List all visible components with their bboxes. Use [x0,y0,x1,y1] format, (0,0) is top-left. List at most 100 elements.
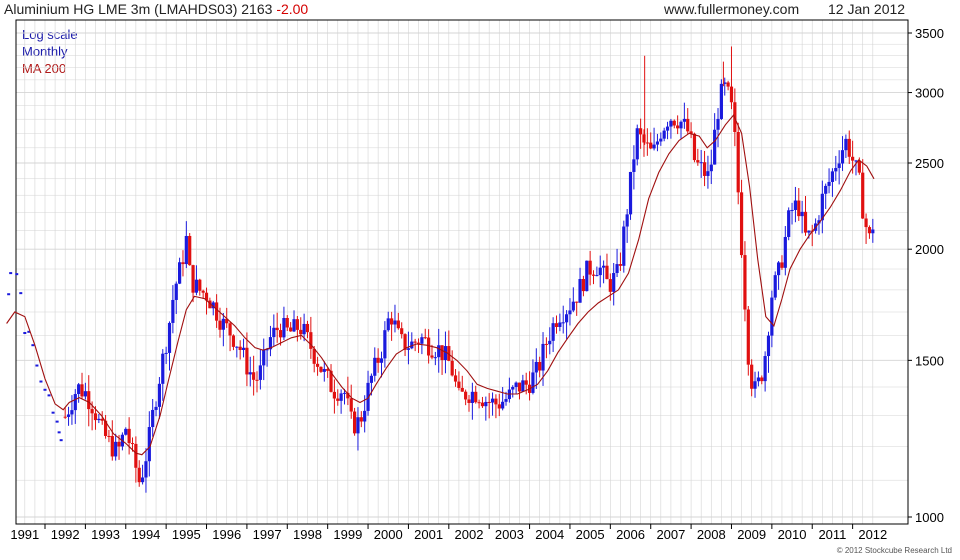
candle-up [753,381,757,389]
candle-down [430,355,434,358]
y-tick-label: 3500 [915,26,944,41]
candle-down [359,417,363,422]
candle-up [827,181,831,186]
candle-up [178,262,182,284]
candle-up [632,159,636,172]
candle-down [390,318,394,325]
candle-up [248,372,252,375]
candle-down [780,262,784,268]
candle-up [534,361,538,373]
candle-up [837,163,841,168]
candle-up [66,414,71,417]
x-tick-label: 2001 [414,527,443,542]
candle-down [238,346,242,350]
candle-up [77,384,81,395]
candle-down [686,118,690,132]
candle-up [568,310,572,315]
candle-up [716,118,720,130]
x-tick-label: 2004 [535,527,564,542]
candle-up [561,322,565,324]
candle-up [571,301,575,311]
candle-up [800,211,804,217]
candle-up [484,401,488,407]
candle-down [867,227,872,234]
candle-up [151,409,155,428]
candle-up [834,167,838,172]
candle-up [221,318,225,330]
candle-down [349,398,353,412]
y-tick-label: 1000 [915,510,944,525]
candle-down [305,323,310,333]
candle-down [453,375,458,382]
candle-down [137,467,141,483]
candle-up [776,262,781,276]
candle-up [628,171,633,215]
candle-up [164,352,168,354]
price-dot [39,380,43,383]
candle-up [844,138,848,151]
candle-up [602,265,606,268]
candle-up [763,356,767,382]
candle-up [719,83,723,119]
candle-down [275,327,279,331]
candle-up [501,401,505,409]
candle-up [807,230,811,233]
price-dot [35,364,39,367]
candle-down [63,416,67,418]
candle-down [736,131,740,193]
candle-down [245,347,249,375]
candle-up [699,162,703,164]
candle-down [847,138,851,157]
x-tick-label: 2011 [818,527,846,542]
candle-up [184,235,188,265]
candle-up [373,357,377,376]
x-tick-label: 2006 [616,527,645,542]
candle-up [682,118,686,122]
candle-up [709,164,713,172]
price-chart: 1000 1500 2000 2500 3000 3500 1991 1992 1993 1994… [6,19,944,542]
candle-up [420,337,424,344]
candle-up [551,323,555,341]
candle-down [440,345,444,361]
candle-down [467,399,471,403]
x-tick-label: 1999 [333,527,362,542]
candle-up [322,368,326,372]
candle-down [450,360,454,376]
x-tick-label: 2003 [495,527,524,542]
candle-down [851,156,855,161]
candle-down [295,319,299,330]
candle-up [262,349,266,366]
candle-down [278,330,283,338]
candle-up [437,345,441,358]
candle-up [171,299,175,323]
candle-down [760,377,764,382]
candle-up [140,477,145,483]
candle-down [692,133,697,161]
candle-down [289,327,293,332]
candle-up [258,365,262,380]
candle-down [130,443,135,445]
candle-up [840,150,845,164]
candle-down [605,265,609,280]
candle-up [598,267,602,276]
candle-down [861,172,865,219]
candle-up [830,171,835,182]
x-tick-label: 1991 [10,527,39,542]
candle-up [564,314,569,323]
price-dot [19,292,23,295]
candle-up [386,318,390,331]
candle-up [235,346,239,348]
candle-down [107,435,111,437]
candle-down [191,265,195,293]
x-tick-label: 2012 [858,527,887,542]
candle-up [787,210,791,237]
candle-up [669,120,673,127]
candle-down [672,120,676,126]
candle-up [514,382,518,387]
candle-up [824,185,828,194]
candle-down [618,264,623,266]
y-tick-label: 2500 [915,156,944,171]
price-dot [43,388,47,391]
candle-up [770,297,774,336]
candle-down [803,211,808,233]
